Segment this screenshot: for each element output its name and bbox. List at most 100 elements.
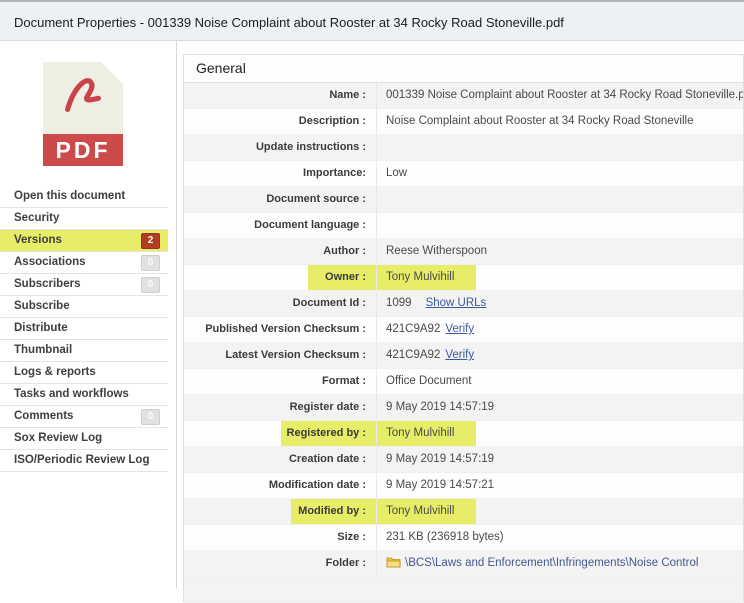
sidebar-item-label: Thumbnail bbox=[14, 344, 72, 356]
property-row-creation-date: Creation date : 9 May 2019 14:57:19 bbox=[184, 447, 743, 473]
property-row-registered-by: Registered by : Tony Mulvihill bbox=[184, 421, 743, 447]
published-checksum-value: 421C9A92 bbox=[386, 323, 440, 335]
sidebar-item-open-this-document[interactable]: Open this document bbox=[0, 186, 168, 208]
sidebar-item-label: Tasks and workflows bbox=[14, 388, 129, 400]
property-value bbox=[377, 187, 743, 212]
sidebar-item-sox-review-log[interactable]: Sox Review Log bbox=[0, 428, 168, 450]
sidebar: PDF Open this document Security Versions… bbox=[0, 41, 177, 588]
property-value: 1099 Show URLs bbox=[377, 291, 743, 316]
property-value: 9 May 2019 14:57:21 bbox=[377, 473, 743, 498]
sidebar-item-iso-periodic-review-log[interactable]: ISO/Periodic Review Log bbox=[0, 450, 168, 472]
property-label: Modified by : bbox=[184, 499, 377, 524]
property-value: Office Document bbox=[377, 369, 743, 394]
dialog-title: Document Properties - 001339 Noise Compl… bbox=[14, 15, 564, 30]
property-row-folder: Folder : \BCS\Laws and Enforcement\Infri… bbox=[184, 551, 743, 577]
property-value: Tony Mulvihill bbox=[377, 499, 743, 524]
latest-checksum-value: 421C9A92 bbox=[386, 349, 440, 361]
property-value: Tony Mulvihill bbox=[377, 265, 743, 290]
sidebar-item-label: Sox Review Log bbox=[14, 432, 102, 444]
sidebar-item-label: Logs & reports bbox=[14, 366, 96, 378]
property-label: Modification date : bbox=[184, 473, 377, 498]
property-row-document-source: Document source : bbox=[184, 187, 743, 213]
sidebar-item-versions[interactable]: Versions 2 bbox=[0, 230, 168, 252]
property-row-author: Author : Reese Witherspoon bbox=[184, 239, 743, 265]
property-label: Update instructions : bbox=[184, 135, 377, 160]
property-label: Importance: bbox=[184, 161, 377, 186]
property-value: Low bbox=[377, 161, 743, 186]
sidebar-item-security[interactable]: Security bbox=[0, 208, 168, 230]
document-id-value: 1099 bbox=[386, 297, 412, 309]
sidebar-item-tasks-and-workflows[interactable]: Tasks and workflows bbox=[0, 384, 168, 406]
sidebar-item-label: Security bbox=[14, 212, 59, 224]
property-row-size: Size : 231 KB (236918 bytes) bbox=[184, 525, 743, 551]
property-value bbox=[377, 213, 743, 238]
property-value: Reese Witherspoon bbox=[377, 239, 743, 264]
property-row-update-instructions: Update instructions : bbox=[184, 135, 743, 161]
property-row-owner: Owner : Tony Mulvihill bbox=[184, 265, 743, 291]
property-label: Size : bbox=[184, 525, 377, 550]
property-label: Document Id : bbox=[184, 291, 377, 316]
sidebar-item-comments[interactable]: Comments 0 bbox=[0, 406, 168, 428]
property-label: Description : bbox=[184, 109, 377, 134]
property-label: Latest Version Checksum : bbox=[184, 343, 377, 368]
sidebar-item-label: Associations bbox=[14, 256, 86, 268]
property-label: Document source : bbox=[184, 187, 377, 212]
pdf-file-icon: PDF bbox=[43, 62, 123, 166]
property-label: Published Version Checksum : bbox=[184, 317, 377, 342]
property-label: Register date : bbox=[184, 395, 377, 420]
sidebar-item-label: Versions bbox=[14, 234, 62, 246]
property-row-modification-date: Modification date : 9 May 2019 14:57:21 bbox=[184, 473, 743, 499]
sidebar-item-subscribers[interactable]: Subscribers 0 bbox=[0, 274, 168, 296]
property-value: Tony Mulvihill bbox=[377, 421, 743, 446]
sidebar-item-subscribe[interactable]: Subscribe bbox=[0, 296, 168, 318]
versions-count-badge: 2 bbox=[141, 233, 160, 249]
property-row-latest-version-checksum: Latest Version Checksum : 421C9A92 Verify bbox=[184, 343, 743, 369]
property-label: Owner : bbox=[184, 265, 377, 290]
empty-row bbox=[184, 577, 743, 603]
pdf-label: PDF bbox=[43, 134, 123, 166]
folder-path-link[interactable]: \BCS\Laws and Enforcement\Infringements\… bbox=[405, 557, 698, 569]
sidebar-item-label: Subscribers bbox=[14, 278, 80, 290]
associations-count-badge: 0 bbox=[141, 255, 160, 271]
sidebar-item-thumbnail[interactable]: Thumbnail bbox=[0, 340, 168, 362]
property-row-modified-by: Modified by : Tony Mulvihill bbox=[184, 499, 743, 525]
comments-count-badge: 0 bbox=[141, 409, 160, 425]
property-row-document-id: Document Id : 1099 Show URLs bbox=[184, 291, 743, 317]
verify-latest-checksum-link[interactable]: Verify bbox=[445, 349, 474, 361]
sidebar-item-associations[interactable]: Associations 0 bbox=[0, 252, 168, 274]
sidebar-item-label: Distribute bbox=[14, 322, 68, 334]
property-value: 9 May 2019 14:57:19 bbox=[377, 395, 743, 420]
property-row-importance: Importance: Low bbox=[184, 161, 743, 187]
sidebar-item-label: Subscribe bbox=[14, 300, 70, 312]
general-properties-panel: General Name : 001339 Noise Complaint ab… bbox=[183, 54, 744, 602]
property-label: Document language : bbox=[184, 213, 377, 238]
property-label: Format : bbox=[184, 369, 377, 394]
property-label: Folder : bbox=[184, 551, 377, 576]
property-value: 421C9A92 Verify bbox=[377, 317, 743, 342]
sidebar-item-distribute[interactable]: Distribute bbox=[0, 318, 168, 340]
property-row-published-version-checksum: Published Version Checksum : 421C9A92 Ver… bbox=[184, 317, 743, 343]
property-label: Name : bbox=[184, 83, 377, 108]
property-row-document-language: Document language : bbox=[184, 213, 743, 239]
sidebar-item-label: Comments bbox=[14, 410, 73, 422]
property-value: 231 KB (236918 bytes) bbox=[377, 525, 743, 550]
property-value: \BCS\Laws and Enforcement\Infringements\… bbox=[377, 551, 743, 576]
property-row-description: Description : Noise Complaint about Roos… bbox=[184, 109, 743, 135]
property-row-name: Name : 001339 Noise Complaint about Roos… bbox=[184, 83, 743, 109]
property-value: 421C9A92 Verify bbox=[377, 343, 743, 368]
verify-published-checksum-link[interactable]: Verify bbox=[445, 323, 474, 335]
property-label: Registered by : bbox=[184, 421, 377, 446]
sidebar-item-label: Open this document bbox=[14, 190, 125, 202]
folder-icon bbox=[386, 553, 401, 576]
property-value: Noise Complaint about Rooster at 34 Rock… bbox=[377, 109, 743, 134]
acrobat-swirl-icon bbox=[57, 70, 109, 118]
property-value bbox=[377, 135, 743, 160]
show-urls-link[interactable]: Show URLs bbox=[426, 297, 487, 309]
sidebar-item-logs-and-reports[interactable]: Logs & reports bbox=[0, 362, 168, 384]
sidebar-item-label: ISO/Periodic Review Log bbox=[14, 454, 149, 466]
subscribers-count-badge: 0 bbox=[141, 277, 160, 293]
dialog-title-bar: Document Properties - 001339 Noise Compl… bbox=[0, 0, 744, 41]
property-row-register-date: Register date : 9 May 2019 14:57:19 bbox=[184, 395, 743, 421]
section-title: General bbox=[184, 55, 743, 83]
property-value: 9 May 2019 14:57:19 bbox=[377, 447, 743, 472]
